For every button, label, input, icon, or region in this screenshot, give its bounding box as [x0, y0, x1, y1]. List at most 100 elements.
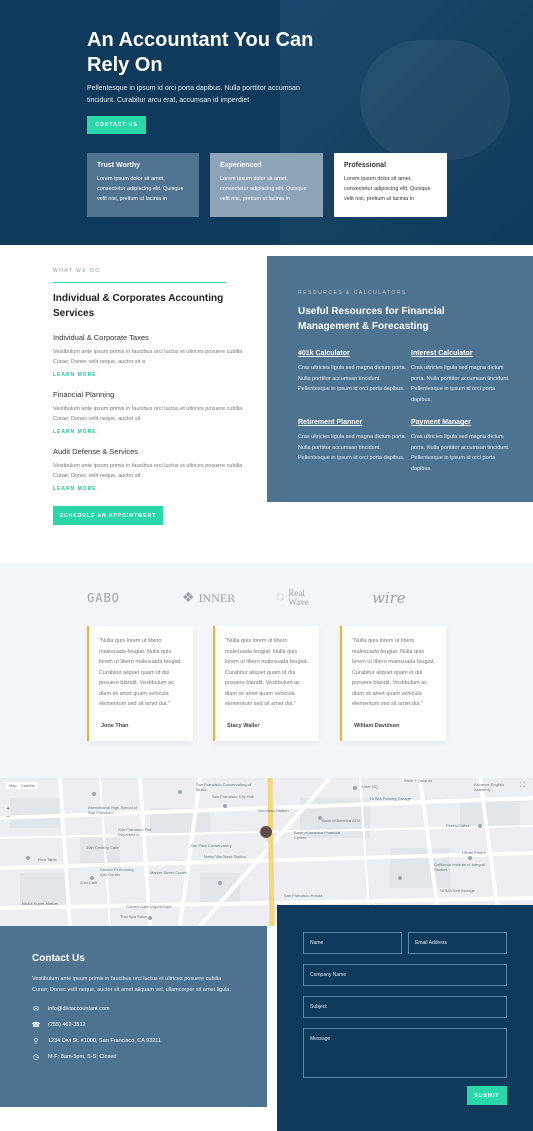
submit-button[interactable]: SUBMIT	[467, 1086, 507, 1105]
map-label: Golden Gate Urgent Care	[126, 904, 172, 909]
service-item-text: Vestibulum ante ipsum primis in faucibus…	[53, 406, 243, 422]
learn-more-link[interactable]: LEARN MORE	[53, 429, 243, 435]
learn-more-link[interactable]: LEARN MORE	[53, 486, 243, 492]
resource-link-interest-calculator[interactable]: Interest Calculator	[411, 350, 511, 357]
resources-panel: RESOURCES & CALCULATORS Useful Resources…	[267, 256, 533, 502]
map-label: Thai Spa Salon	[120, 914, 148, 919]
testimonial-card: "Nulla quis lorem ut libero malesuada fe…	[213, 626, 319, 741]
service-item: Financial Planning Vestibulum ante ipsum…	[53, 390, 243, 435]
hero-background-shape	[360, 40, 510, 160]
hero-title: An Accountant You Can Rely On	[87, 29, 314, 76]
service-item-text: Vestibulum ante ipsum primis in faucibus…	[53, 349, 243, 365]
company-field[interactable]: Company Name	[303, 964, 507, 986]
contact-details: ✉ info@diviaccountant.com ☎ (255) 462-35…	[32, 1005, 235, 1061]
map-label: Bank of America ATM	[322, 818, 361, 823]
schedule-appointment-button[interactable]: SCHEDULE AN APPOINTMENT	[53, 506, 163, 525]
map-label: Bank of America Financial Center	[294, 830, 341, 840]
fullscreen-icon[interactable]: ⛶	[520, 782, 525, 790]
satellite-button[interactable]: Satellite	[21, 783, 35, 788]
map-label: San Francisco Conservatory of Music	[196, 782, 251, 792]
contact-phone[interactable]: (255) 462-3512	[48, 1022, 86, 1028]
services-block: WHAT WE DO Individual & Corporates Accou…	[53, 268, 243, 492]
feature-card-title: Experienced	[220, 162, 262, 169]
feature-card-title: Professional	[344, 162, 387, 169]
map-label: Peet's Coffee	[446, 823, 470, 828]
logo-text: wire	[372, 589, 406, 607]
location-pin-icon: ⚲	[33, 1038, 39, 1045]
resource-item: Payment Manager Cras ultricies ligula se…	[411, 419, 511, 474]
logo-text: Real Wave	[288, 588, 309, 607]
map-label: Kanbar Performing Arts Center	[100, 867, 134, 877]
map-label: Metro Van Ness Station	[204, 854, 246, 859]
map-streets	[0, 778, 533, 926]
map-label: International High School of San Francis…	[88, 805, 138, 815]
testimonial-card: "Nulla quis lorem ut libero malesuada fe…	[340, 626, 446, 741]
service-item-title: Audit Defense & Services	[53, 447, 139, 456]
contact-us-button[interactable]: CONTACT US	[87, 116, 146, 134]
resources-eyebrow: RESOURCES & CALCULATORS	[298, 290, 407, 296]
map-type-control[interactable]: Map Satellite	[6, 782, 39, 789]
services-eyebrow: WHAT WE DO	[53, 268, 101, 274]
map-label: California Institute of Integral Studies	[434, 862, 485, 872]
map-label: Van Ness Station	[258, 808, 289, 813]
eyebrow-divider	[53, 282, 226, 283]
map-label: Uber HQ	[362, 784, 378, 789]
client-logo-inner: ❖ INNER	[182, 586, 235, 610]
map-label: Urban Pharm	[462, 850, 486, 855]
resource-item: 401k Calculator Cras ultricies ligula se…	[298, 350, 411, 405]
testimonial-quote: "Nulla quis lorem ut libero malesuada fe…	[352, 638, 435, 707]
map-label: Steel + Lacquer	[404, 778, 433, 783]
feature-card-title: Trust Worthy	[97, 162, 141, 169]
contact-form: Name Email Address Company Name Subject …	[277, 905, 533, 1131]
contact-hours: M-F: 8am-5pm, S-S: Closed	[48, 1054, 117, 1060]
client-logo-gabo: GABO	[87, 586, 120, 610]
feature-card-experienced: Experienced Lorem ipsum dolor sit amet, …	[210, 153, 323, 217]
contact-description: Vestibulum ante ipsum primis in faucibus…	[32, 976, 232, 993]
client-logo-real-wave: ◌ Real Wave	[276, 586, 336, 610]
testimonial-author: Stacy Waller	[227, 723, 260, 729]
logo-text: GABO	[87, 591, 120, 605]
subject-field[interactable]: Subject	[303, 996, 507, 1018]
map-embed[interactable]: Map Satellite ⛶ + − San Francisco Conserv…	[0, 778, 533, 926]
map-label: Market Street Cycles	[150, 870, 188, 875]
feature-card-text: Lorem ipsum dolor sit amet, consectetur …	[220, 176, 307, 202]
resource-text: Cras ultricies ligula sed magna dictum p…	[298, 365, 407, 392]
contact-email-row: ✉ info@diviaccountant.com	[32, 1005, 235, 1013]
wave-icon: ◌	[276, 590, 285, 605]
resource-text: Cras ultricies ligula sed magna dictum p…	[411, 365, 510, 403]
contact-hours-row: ◷ M-F: 8am-5pm, S-S: Closed	[32, 1053, 235, 1061]
feature-card-trust-worthy: Trust Worthy Lorem ipsum dolor sit amet,…	[87, 153, 199, 217]
resource-item: Interest Calculator Cras ultricies ligul…	[411, 350, 511, 405]
testimonial-quote: "Nulla quis lorem ut libero malesuada fe…	[99, 638, 182, 707]
message-field[interactable]: Message	[303, 1028, 507, 1078]
envelope-icon: ✉	[33, 1006, 39, 1013]
service-item-text: Vestibulum ante ipsum primis in faucibus…	[53, 463, 243, 479]
testimonial-quote: "Nulla quis lorem ut libero malesuada fe…	[225, 638, 308, 707]
map-button[interactable]: Map	[9, 783, 17, 788]
contact-title: Contact Us	[32, 953, 85, 964]
learn-more-link[interactable]: LEARN MORE	[53, 372, 243, 378]
resource-link-payment-manager[interactable]: Payment Manager	[411, 419, 511, 426]
logo-text: INNER	[198, 590, 236, 605]
email-field[interactable]: Email Address	[408, 932, 507, 954]
clock-icon: ◷	[32, 1054, 40, 1061]
map-label: 20th Century Cafe	[86, 845, 119, 850]
feature-card-text: Lorem ipsum dolor sit amet, consectetur …	[344, 176, 431, 202]
testimonial-author: William Davidson	[354, 723, 400, 729]
contact-panel: Contact Us Vestibulum ante ipsum primis …	[0, 926, 267, 1107]
map-label: San Francisco Honda	[284, 893, 323, 898]
feature-card-text: Lorem ipsum dolor sit amet, consectetur …	[97, 176, 184, 202]
contact-email[interactable]: info@diviaccountant.com	[48, 1006, 110, 1012]
name-field[interactable]: Name	[303, 932, 402, 954]
service-item: Audit Defense & Services Vestibulum ante…	[53, 447, 243, 492]
resource-link-retirement-planner[interactable]: Retirement Planner	[298, 419, 411, 426]
resource-link-401k-calculator[interactable]: 401k Calculator	[298, 350, 411, 357]
diamond-icon: ❖	[182, 590, 195, 606]
feature-card-professional: Professional Lorem ipsum dolor sit amet,…	[334, 153, 447, 217]
testimonial-card: "Nulla quis lorem ut libero malesuada fe…	[87, 626, 193, 741]
zoom-control[interactable]: + −	[6, 806, 10, 822]
service-item-title: Individual & Corporate Taxes	[53, 333, 149, 342]
contact-address-row: ⚲ 1234 Divi St. #1000, San Francisco, CA…	[32, 1037, 235, 1045]
map-label: NOMA Parking Garage	[370, 796, 411, 801]
phone-icon: ☎	[31, 1022, 41, 1029]
